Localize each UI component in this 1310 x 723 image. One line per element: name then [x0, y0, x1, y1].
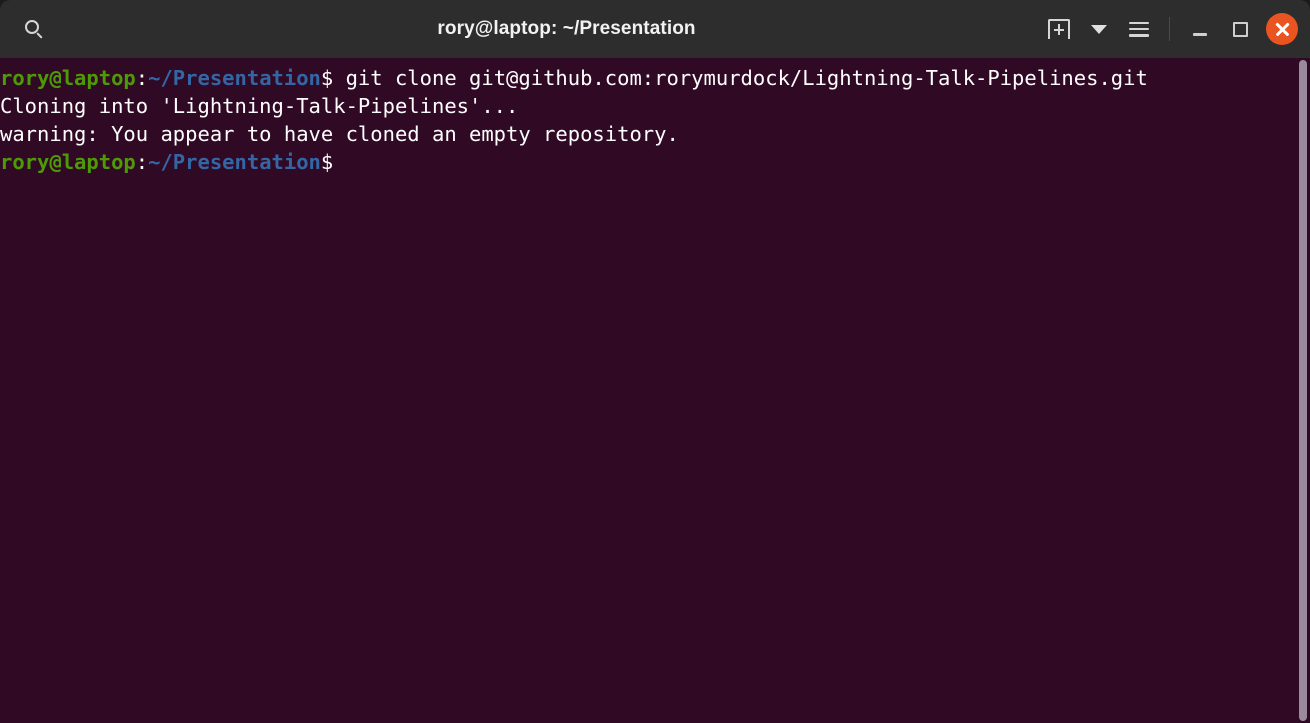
terminal-output-text: warning: You appear to have cloned an em…: [0, 122, 679, 146]
terminal-line: rory@laptop:~/Presentation$ git clone gi…: [0, 64, 1148, 92]
minimize-icon: [1193, 32, 1207, 36]
prompt-sigil: $: [320, 150, 334, 174]
prompt-path: ~/Presentation: [148, 66, 321, 90]
minimize-button[interactable]: [1180, 9, 1220, 49]
prompt-user-host: rory@laptop: [0, 66, 136, 90]
titlebar-right-controls: [1039, 9, 1310, 49]
terminal-window: rory@laptop: ~/Presentation rory@laptop:…: [0, 0, 1310, 723]
close-icon: [1275, 21, 1290, 37]
window-titlebar: rory@laptop: ~/Presentation: [0, 0, 1310, 58]
titlebar-left-controls: [0, 9, 54, 49]
window-title: rory@laptop: ~/Presentation: [437, 18, 696, 39]
new-tab-button[interactable]: [1039, 9, 1079, 49]
menu-button[interactable]: [1119, 9, 1159, 49]
hamburger-menu-icon: [1129, 21, 1149, 37]
terminal-output: rory@laptop:~/Presentation$ git clone gi…: [0, 58, 1148, 176]
terminal-command: git clone git@github.com:rorymurdock/Lig…: [333, 66, 1148, 90]
prompt-path: ~/Presentation: [148, 150, 321, 174]
search-icon: [24, 19, 44, 39]
maximize-button[interactable]: [1220, 9, 1260, 49]
prompt-colon: :: [135, 150, 149, 174]
chevron-down-icon: [1091, 24, 1107, 34]
scrollbar-thumb[interactable]: [1299, 60, 1307, 721]
maximize-icon: [1232, 21, 1248, 37]
terminal-content-area[interactable]: rory@laptop:~/Presentation$ git clone gi…: [0, 58, 1310, 723]
terminal-output-text: Cloning into 'Lightning-Talk-Pipelines'.…: [0, 94, 519, 118]
terminal-line: warning: You appear to have cloned an em…: [0, 120, 1148, 148]
terminal-scrollbar[interactable]: [1296, 58, 1310, 723]
terminal-line: Cloning into 'Lightning-Talk-Pipelines'.…: [0, 92, 1148, 120]
close-button[interactable]: [1266, 13, 1298, 45]
prompt-user-host: rory@laptop: [0, 150, 136, 174]
titlebar-divider: [1169, 17, 1170, 41]
terminal-line: rory@laptop:~/Presentation$: [0, 148, 1148, 176]
prompt-sigil: $: [320, 66, 334, 90]
search-button[interactable]: [14, 9, 54, 49]
tab-dropdown-button[interactable]: [1079, 9, 1119, 49]
prompt-colon: :: [135, 66, 149, 90]
new-tab-icon: [1048, 19, 1070, 39]
